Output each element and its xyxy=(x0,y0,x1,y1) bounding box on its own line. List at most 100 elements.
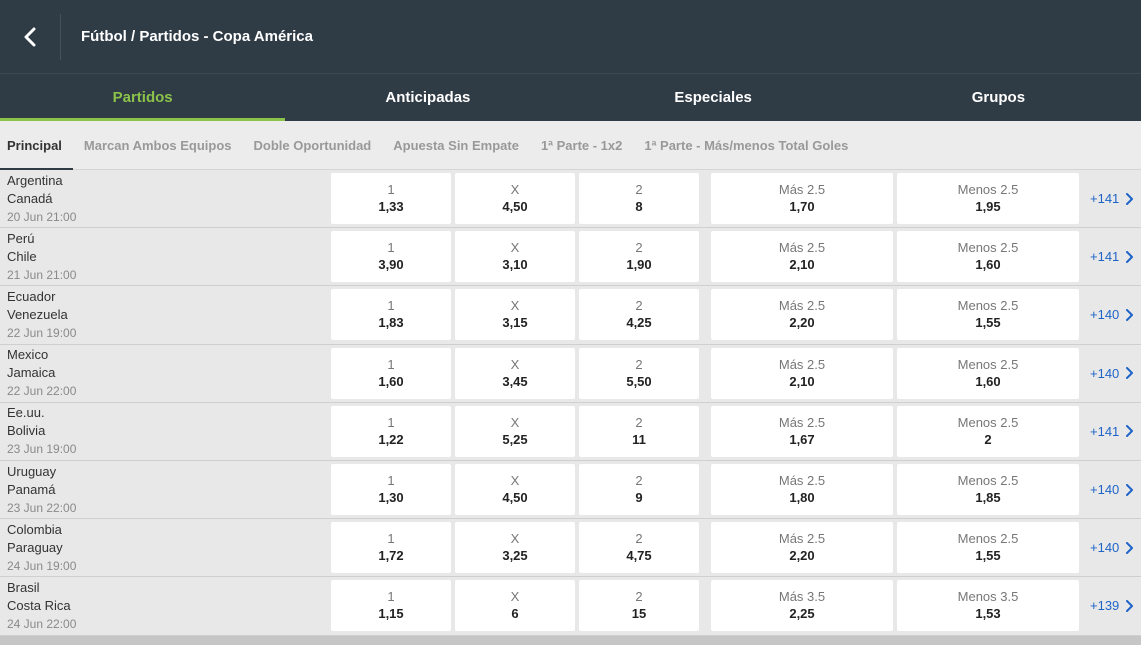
match-info[interactable]: Uruguay Panamá 23 Jun 22:00 xyxy=(0,463,331,517)
odd-value: 3,15 xyxy=(502,315,528,331)
more-markets-link[interactable]: +141 xyxy=(1090,249,1134,265)
match-date: 24 Jun 19:00 xyxy=(7,558,77,573)
match-date: 23 Jun 22:00 xyxy=(7,500,77,515)
more-markets-count: +140 xyxy=(1090,540,1120,556)
more-markets-link[interactable]: +140 xyxy=(1090,365,1134,381)
tab-especiales[interactable]: Especiales xyxy=(571,74,856,121)
total-goals-button[interactable]: Menos 2.5 1,95 xyxy=(897,173,1079,225)
match-date: 22 Jun 22:00 xyxy=(7,384,77,399)
more-markets-link[interactable]: +140 xyxy=(1090,307,1134,322)
odd-button[interactable]: 1 1,60 xyxy=(331,347,451,399)
chevron-right-icon xyxy=(1126,250,1134,263)
tab-grupos[interactable]: Grupos xyxy=(856,74,1141,121)
odd-button[interactable]: X 3,15 xyxy=(455,289,575,341)
match-info[interactable]: Argentina Canadá 20 Jun 21:00 xyxy=(0,172,331,226)
odd-button[interactable]: X 5,25 xyxy=(455,405,575,457)
odd-label: X xyxy=(510,531,520,547)
more-markets-count: +139 xyxy=(1090,598,1120,614)
subtab-apuesta-sin-empate[interactable]: Apuesta Sin Empate xyxy=(382,121,530,169)
odd-button[interactable]: 1 1,15 xyxy=(331,580,451,632)
odd-button[interactable]: 29 xyxy=(579,464,699,516)
total-goals-button[interactable]: Más 2.5 2,10 xyxy=(711,347,893,399)
match-row: Argentina Canadá 20 Jun 21:00 1 1,33 X 4,50 2 8 M… xyxy=(0,170,1141,229)
total-goals-button[interactable]: Menos 2.5 2 xyxy=(897,405,1079,457)
total-goals-button[interactable]: Menos 2.5 1,60 xyxy=(897,231,1079,283)
odd-label: 1 xyxy=(387,356,395,372)
odd-button[interactable]: 2 4,25 xyxy=(579,289,699,341)
odd-value: 3,25 xyxy=(502,548,528,564)
more-markets-link[interactable]: +140 xyxy=(1090,540,1134,556)
more-markets-count: +140 xyxy=(1090,365,1120,381)
odd-button[interactable]: X6 xyxy=(455,580,575,632)
total-goals-button[interactable]: Más 2.5 1,67 xyxy=(711,405,893,457)
tab-anticipadas[interactable]: Anticipadas xyxy=(285,74,570,121)
match-info[interactable]: Mexico Jamaica 22 Jun 22:00 xyxy=(0,346,331,400)
odd-button[interactable]: 1 1,22 xyxy=(331,405,451,457)
odd-label: 2 xyxy=(635,589,643,605)
odd-button[interactable]: 1 1,33 xyxy=(331,173,451,225)
odd-button[interactable]: 1 1,72 xyxy=(331,522,451,574)
match-info[interactable]: Brasil Costa Rica 24 Jun 22:00 xyxy=(0,579,331,633)
odd-button[interactable]: 2 5,50 xyxy=(579,347,699,399)
tab-partidos[interactable]: Partidos xyxy=(0,74,286,121)
total-goals-button[interactable]: Más 3.5 2,25 xyxy=(711,580,893,632)
odd-value: 1,60 xyxy=(378,373,404,389)
odd-button[interactable]: 1 3,90 xyxy=(331,231,451,283)
subtab-doble-oportunidad[interactable]: Doble Oportunidad xyxy=(243,121,383,169)
odd-button[interactable]: X 4,50 xyxy=(455,464,575,516)
odd-button[interactable]: 2 4,75 xyxy=(579,522,699,574)
odd-value: 3,45 xyxy=(502,373,528,389)
odd-value: 6 xyxy=(511,606,519,622)
more-markets-count: +141 xyxy=(1090,249,1120,265)
total-goals-button[interactable]: Más 2.5 2,20 xyxy=(711,289,893,341)
odd-button[interactable]: 2 11 xyxy=(579,405,699,457)
away-team: Venezuela xyxy=(7,306,68,322)
total-goals-button[interactable]: Más 2.5 1,70 xyxy=(711,173,893,225)
subtab-marcan-ambos-equipos[interactable]: Marcan Ambos Equipos xyxy=(73,121,243,169)
total-goals-button[interactable]: Más 2.5 1,80 xyxy=(711,464,893,516)
home-team: Ecuador xyxy=(7,288,56,304)
total-goals-button[interactable]: Menos 3.5 1,53 xyxy=(897,580,1079,632)
subtab-primera-parte-mas-menos[interactable]: 1ª Parte - Más/menos Total Goles xyxy=(633,121,859,169)
back-button[interactable] xyxy=(0,0,60,73)
odd-value: 1,67 xyxy=(789,431,815,447)
match-row: Colombia Paraguay 24 Jun 19:00 1 1,72 X 3,25 2 4… xyxy=(0,519,1141,578)
odd-value: 1,83 xyxy=(378,315,404,331)
odd-button[interactable]: X 3,25 xyxy=(455,522,575,574)
total-goals-button[interactable]: Más 2.5 2,10 xyxy=(711,231,893,283)
total-goals-button[interactable]: Menos 2.5 1,60 xyxy=(897,347,1079,399)
odd-label: X xyxy=(510,298,520,314)
match-info[interactable]: Perú Chile 21 Jun 21:00 xyxy=(0,230,331,284)
total-goals-button[interactable]: Menos 2.5 1,55 xyxy=(897,522,1079,574)
more-markets-link[interactable]: +139 xyxy=(1090,598,1134,614)
subtab-principal[interactable]: Principal xyxy=(0,121,73,170)
more-markets-link[interactable]: +141 xyxy=(1090,423,1134,439)
odd-button[interactable]: X 4,50 xyxy=(455,173,575,225)
more-markets-link[interactable]: +140 xyxy=(1090,482,1134,497)
subtab-primera-parte-1x2[interactable]: 1ª Parte - 1x2 xyxy=(530,121,633,169)
total-goals-button[interactable]: Menos 2.5 1,55 xyxy=(897,289,1079,341)
odd-value: 1,80 xyxy=(789,490,815,506)
odd-button[interactable]: X 3,45 xyxy=(455,347,575,399)
odd-button[interactable]: 1 1,83 xyxy=(331,289,451,341)
odd-label: Más 2.5 xyxy=(778,298,826,314)
odd-value: 1,95 xyxy=(975,199,1001,215)
away-team: Costa Rica xyxy=(7,597,71,613)
match-info[interactable]: Ecuador Venezuela 22 Jun 19:00 xyxy=(0,288,331,342)
odd-label: 1 xyxy=(387,298,395,314)
odd-button[interactable]: 1 1,30 xyxy=(331,464,451,516)
total-goals-button[interactable]: Menos 2.5 1,85 xyxy=(897,464,1079,516)
total-goals-button[interactable]: Más 2.5 2,20 xyxy=(711,522,893,574)
odd-label: Menos 2.5 xyxy=(957,240,1019,256)
more-markets-count: +141 xyxy=(1090,423,1120,439)
odd-button[interactable]: X 3,10 xyxy=(455,231,575,283)
odd-button[interactable]: 28 xyxy=(579,173,699,225)
match-info[interactable]: Ee.uu. Bolivia 23 Jun 19:00 xyxy=(0,404,331,458)
odd-value: 1,90 xyxy=(626,257,652,273)
odd-label: Menos 3.5 xyxy=(957,589,1019,605)
more-markets-link[interactable]: +141 xyxy=(1090,191,1134,206)
chevron-right-icon xyxy=(1126,541,1134,554)
odd-button[interactable]: 2 15 xyxy=(579,580,699,632)
odd-button[interactable]: 2 1,90 xyxy=(579,231,699,283)
match-info[interactable]: Colombia Paraguay 24 Jun 19:00 xyxy=(0,521,331,575)
